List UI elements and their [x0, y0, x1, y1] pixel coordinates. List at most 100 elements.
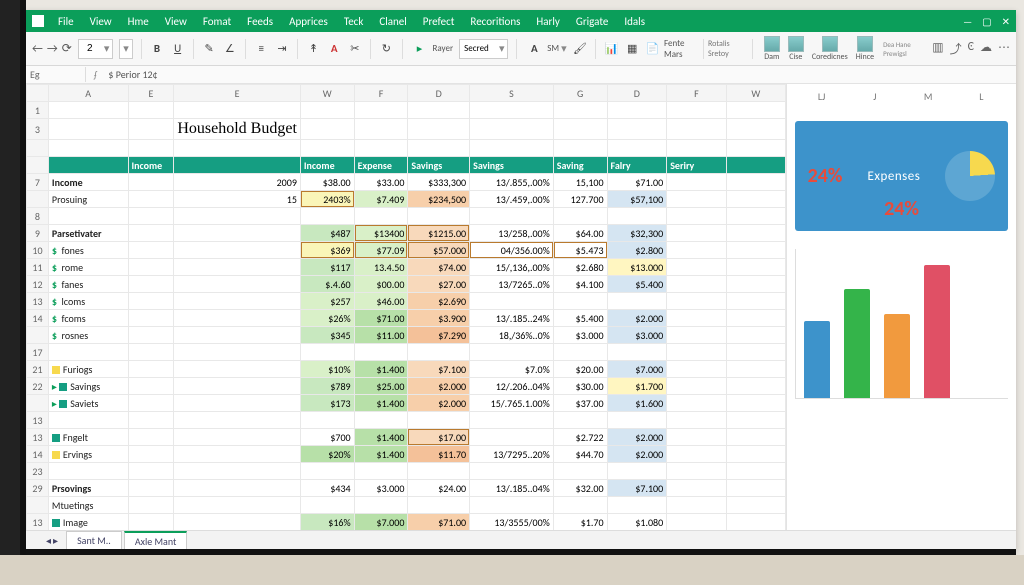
cell[interactable]	[128, 463, 174, 480]
cell[interactable]: $20%	[300, 446, 354, 463]
cell[interactable]	[726, 208, 785, 225]
cell[interactable]: $00.00	[354, 276, 408, 293]
cell[interactable]	[726, 157, 785, 174]
cell[interactable]: $7.100	[607, 480, 667, 497]
arrow-up-icon[interactable]: ↟	[306, 40, 321, 58]
cell[interactable]	[300, 497, 354, 514]
cell[interactable]: $10%	[300, 361, 354, 378]
cell[interactable]: 18,/36%..0%	[470, 327, 554, 344]
cell[interactable]: $7.100	[408, 361, 470, 378]
cell[interactable]: $2.000	[607, 429, 667, 446]
cell[interactable]: 12/.206..04%	[470, 378, 554, 395]
sync-icon[interactable]: Ͼ	[968, 40, 974, 57]
cell[interactable]: $33.00	[354, 174, 408, 191]
cell[interactable]: $ fcoms	[48, 310, 128, 327]
cell[interactable]	[354, 344, 408, 361]
cell[interactable]: $1.400	[354, 395, 408, 412]
cell[interactable]	[667, 225, 727, 242]
cell[interactable]	[300, 140, 354, 157]
cell[interactable]	[553, 293, 607, 310]
cell[interactable]	[128, 446, 174, 463]
grid-icon[interactable]: ▦	[625, 40, 640, 58]
menu-file[interactable]: File	[52, 13, 80, 30]
more-icon[interactable]: ⋯	[998, 40, 1010, 57]
cell[interactable]: $64.00	[553, 225, 607, 242]
cell[interactable]	[667, 174, 727, 191]
cell[interactable]: $16%	[300, 514, 354, 531]
text-a-icon[interactable]: A	[525, 40, 543, 58]
cell[interactable]: $369	[300, 242, 354, 259]
cell[interactable]	[607, 293, 667, 310]
cell[interactable]	[128, 327, 174, 344]
cell[interactable]	[128, 497, 174, 514]
cell[interactable]	[726, 174, 785, 191]
menu-clanel[interactable]: Clanel	[373, 13, 412, 30]
cell[interactable]	[354, 497, 408, 514]
cell[interactable]: 15/.765.1.00%	[470, 395, 554, 412]
cell[interactable]	[607, 208, 667, 225]
cell[interactable]	[354, 463, 408, 480]
cell[interactable]	[174, 378, 301, 395]
cell[interactable]	[354, 140, 408, 157]
cell[interactable]: Falry	[607, 157, 667, 174]
cell[interactable]: Fngelt	[48, 429, 128, 446]
cell[interactable]: 13/3555/00%	[470, 514, 554, 531]
indent-icon[interactable]: ⇥	[275, 40, 290, 58]
cell[interactable]	[726, 327, 785, 344]
cell[interactable]: $32.00	[553, 480, 607, 497]
menu-idals[interactable]: Idals	[618, 13, 651, 30]
cell[interactable]: $11.00	[354, 327, 408, 344]
cell[interactable]	[48, 119, 128, 140]
cell[interactable]	[607, 463, 667, 480]
cell[interactable]	[128, 191, 174, 208]
cell[interactable]	[726, 344, 785, 361]
cell[interactable]	[408, 119, 470, 140]
cell[interactable]	[667, 344, 727, 361]
cell[interactable]: $257	[300, 293, 354, 310]
align-icon[interactable]: ≡	[254, 40, 269, 58]
cell[interactable]	[553, 463, 607, 480]
cell[interactable]	[667, 497, 727, 514]
cell[interactable]: Income	[48, 174, 128, 191]
cell[interactable]	[667, 395, 727, 412]
cell[interactable]: Image	[48, 514, 128, 531]
cell[interactable]: 127.700	[553, 191, 607, 208]
cell[interactable]: $487	[300, 225, 354, 242]
menu-view[interactable]: View	[159, 13, 193, 30]
cell[interactable]: Household Budget	[174, 119, 301, 140]
cell[interactable]	[726, 463, 785, 480]
cell[interactable]: Furiogs	[48, 361, 128, 378]
cell[interactable]	[726, 378, 785, 395]
cell[interactable]: $57,100	[607, 191, 667, 208]
grid[interactable]: AEEWFDSGDFW13Household BudgetIncomeIncom…	[26, 84, 786, 530]
cell[interactable]: $24.00	[408, 480, 470, 497]
cell[interactable]	[174, 140, 301, 157]
cell[interactable]: $7.0%	[470, 361, 554, 378]
cell[interactable]	[128, 344, 174, 361]
cell[interactable]: $333,300	[408, 174, 470, 191]
sheet-icon[interactable]: 📄	[646, 40, 660, 58]
cell[interactable]: $25.00	[354, 378, 408, 395]
cell[interactable]: $234,500	[408, 191, 470, 208]
cell[interactable]: $77.09	[354, 242, 408, 259]
cell[interactable]: $38.00	[300, 174, 354, 191]
cell[interactable]: $3.900	[408, 310, 470, 327]
cell[interactable]	[470, 412, 554, 429]
font-color-icon[interactable]: A	[327, 40, 342, 58]
cell[interactable]	[726, 497, 785, 514]
cell[interactable]: $7.000	[607, 361, 667, 378]
cell[interactable]	[607, 497, 667, 514]
cell[interactable]: Ervings	[48, 446, 128, 463]
cell[interactable]: $7.000	[354, 514, 408, 531]
cell[interactable]	[553, 208, 607, 225]
cell[interactable]: 13/.855,.00%	[470, 174, 554, 191]
cell[interactable]: 15,100	[553, 174, 607, 191]
cell[interactable]: $2.000	[607, 310, 667, 327]
cell[interactable]	[128, 259, 174, 276]
cell[interactable]	[667, 361, 727, 378]
layout-icon[interactable]: ▥	[932, 40, 943, 57]
forward-icon[interactable]: →	[47, 42, 58, 56]
cell[interactable]	[470, 344, 554, 361]
cell[interactable]	[300, 344, 354, 361]
cell[interactable]	[607, 344, 667, 361]
